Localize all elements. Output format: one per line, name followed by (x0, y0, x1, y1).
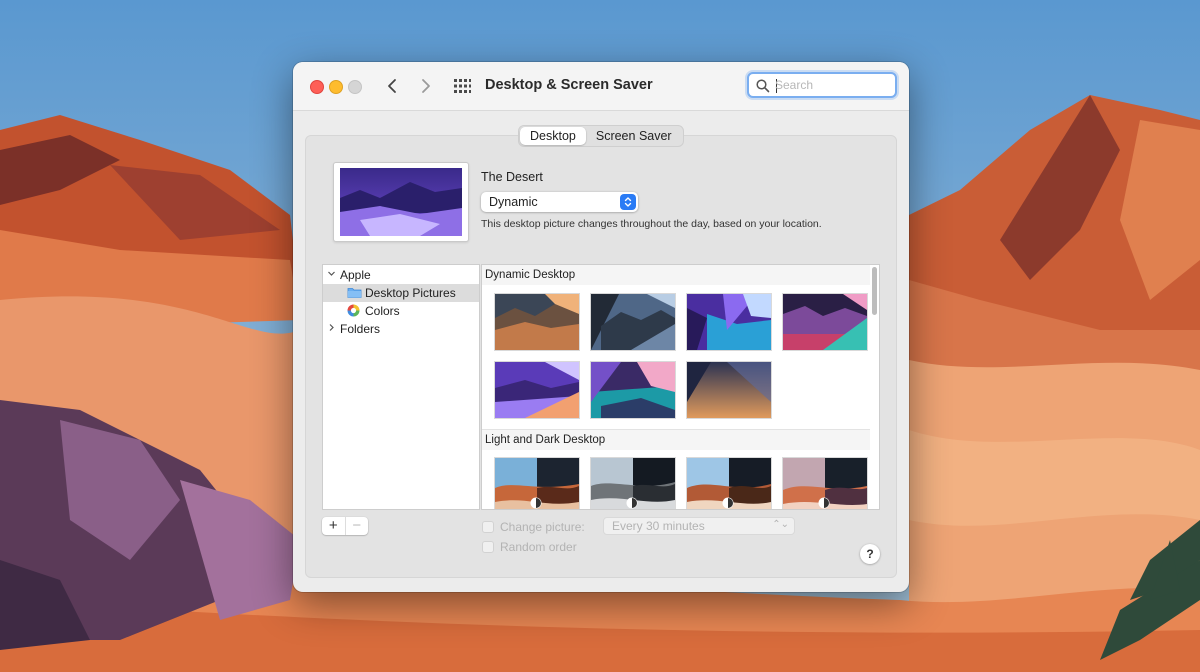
chevron-right-icon (422, 79, 430, 93)
add-folder-button[interactable]: + (322, 517, 346, 535)
change-picture-label: Change picture: (500, 520, 585, 534)
sidebar-item-folders[interactable]: Folders (323, 320, 479, 338)
sidebar-item-label: Folders (340, 322, 381, 336)
wallpaper-thumbnail[interactable] (495, 294, 579, 350)
dynamic-mode-value: Dynamic (489, 195, 538, 209)
source-sidebar: Apple Desktop Pictures Colors Folders (322, 264, 480, 510)
picture-name: The Desert (481, 170, 543, 184)
sidebar-item-desktop-pictures[interactable]: Desktop Pictures (323, 284, 479, 302)
add-remove-control: + − (322, 517, 368, 535)
minimize-window-button[interactable] (329, 80, 343, 94)
close-window-button[interactable] (310, 80, 324, 94)
dynamic-description: This desktop picture changes throughout … (481, 218, 822, 230)
color-wheel-icon (347, 304, 360, 317)
dynamic-mode-popup[interactable]: Dynamic (481, 192, 638, 212)
tab-screen-saver[interactable]: Screen Saver (586, 127, 682, 145)
random-order-checkbox[interactable] (482, 541, 494, 553)
light-dark-badge-icon (626, 497, 638, 509)
back-button[interactable] (380, 74, 404, 98)
wallpaper-thumbnail[interactable] (591, 362, 675, 418)
change-interval-value: Every 30 minutes (612, 519, 705, 533)
window-title: Desktop & Screen Saver (485, 77, 653, 93)
title-bar: Desktop & Screen Saver (293, 62, 909, 111)
tab-desktop[interactable]: Desktop (520, 127, 586, 145)
section-header-light-dark: Light and Dark Desktop (482, 429, 870, 450)
wallpaper-gallery: Dynamic Desktop Light and Dark Desktop (481, 264, 880, 510)
chevron-down-icon (328, 271, 335, 276)
light-dark-badge-icon (818, 497, 830, 509)
sidebar-item-label: Colors (365, 304, 400, 318)
popup-arrows-icon (620, 194, 636, 210)
wallpaper-thumbnail[interactable] (687, 362, 771, 418)
show-all-grid-icon[interactable] (453, 77, 471, 95)
remove-folder-button[interactable]: − (346, 517, 369, 535)
sidebar-item-colors[interactable]: Colors (323, 302, 479, 320)
sidebar-item-label: Desktop Pictures (365, 286, 456, 300)
search-input[interactable] (775, 76, 890, 94)
tab-bar: Desktop Screen Saver (518, 125, 684, 147)
popup-arrows-icon: ⌃⌄ (772, 519, 789, 530)
search-icon (756, 79, 770, 93)
zoom-window-button[interactable] (348, 80, 362, 94)
wallpaper-thumbnail[interactable] (495, 362, 579, 418)
wallpaper-thumbnail[interactable] (591, 294, 675, 350)
change-picture-checkbox[interactable] (482, 521, 494, 533)
current-picture-preview (333, 162, 469, 242)
wallpaper-thumbnail[interactable] (687, 294, 771, 350)
preferences-window: Desktop & Screen Saver Desktop Screen Sa… (293, 62, 909, 592)
chevron-left-icon (388, 79, 396, 93)
light-dark-badge-icon (722, 497, 734, 509)
chevron-right-icon (329, 324, 334, 331)
wallpaper-thumbnail[interactable] (783, 294, 867, 350)
random-order-label: Random order (500, 540, 577, 554)
gallery-scrollbar[interactable] (872, 267, 877, 315)
light-dark-badge-icon (530, 497, 542, 509)
sidebar-item-label: Apple (340, 268, 371, 282)
section-header-dynamic: Dynamic Desktop (482, 265, 870, 285)
desert-preview-image (340, 168, 462, 236)
help-button[interactable]: ? (860, 544, 880, 564)
sidebar-item-apple[interactable]: Apple (323, 266, 479, 284)
change-interval-popup[interactable]: Every 30 minutes ⌃⌄ (603, 517, 795, 535)
forward-button[interactable] (414, 74, 438, 98)
folder-icon (347, 288, 362, 298)
search-field[interactable] (747, 72, 897, 98)
